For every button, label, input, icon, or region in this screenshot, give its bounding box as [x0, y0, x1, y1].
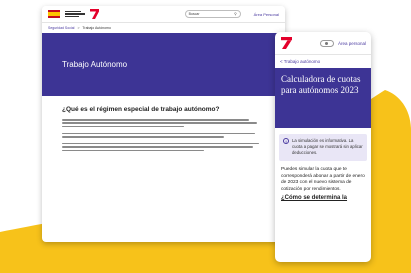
area-personal-link[interactable]: Área Personal	[254, 12, 279, 17]
back-link[interactable]: < Trabajo autónomo	[275, 55, 371, 68]
government-logo	[65, 10, 85, 18]
mobile-header: Área personal	[275, 32, 371, 55]
breadcrumb: Seguridad Social > Trabajo Autónomo	[42, 23, 285, 33]
mobile-hero-banner: Calculadora de cuotas para autónomos 202…	[275, 68, 371, 128]
desktop-header: Buscar ⚲ Área Personal	[42, 6, 285, 23]
search-label: Buscar	[188, 12, 200, 16]
area-personal-link[interactable]: Área personal	[338, 41, 366, 46]
intro-paragraph: Puedes simular la cuota que te correspon…	[281, 167, 365, 192]
section-title: ¿Qué es el régimen especial de trabajo a…	[62, 106, 220, 113]
notice-text: La simulación es informativa. La cuota a…	[292, 138, 363, 155]
desktop-browser-window: Buscar ⚲ Área Personal Seguridad Social …	[42, 6, 285, 242]
desktop-content: ¿Qué es el régimen especial de trabajo a…	[42, 96, 285, 163]
user-icon[interactable]	[319, 39, 334, 47]
info-notice: i La simulación es informativa. La cuota…	[279, 134, 367, 161]
breadcrumb-item-seguridad-social[interactable]: Seguridad Social	[48, 26, 74, 30]
breadcrumb-separator: >	[77, 26, 80, 30]
spain-flag-icon	[48, 10, 60, 18]
search-input[interactable]: Buscar ⚲	[184, 10, 241, 18]
seguridad-social-logo-icon	[281, 37, 292, 49]
seguridad-social-logo-icon	[90, 9, 99, 19]
calculator-title: Calculadora de cuotas para autónomos 202…	[281, 74, 361, 95]
mobile-browser-window: Área personal < Trabajo autónomo Calcula…	[275, 32, 371, 262]
subheading: ¿Cómo se determina la	[281, 195, 348, 202]
info-icon: i	[283, 138, 289, 144]
page-title: Trabajo Autónomo	[62, 60, 128, 69]
paragraph-placeholder	[62, 119, 265, 152]
search-icon: ⚲	[234, 12, 237, 16]
breadcrumb-item-current: Trabajo Autónomo	[82, 26, 111, 30]
desktop-hero-banner: Trabajo Autónomo	[42, 33, 285, 96]
